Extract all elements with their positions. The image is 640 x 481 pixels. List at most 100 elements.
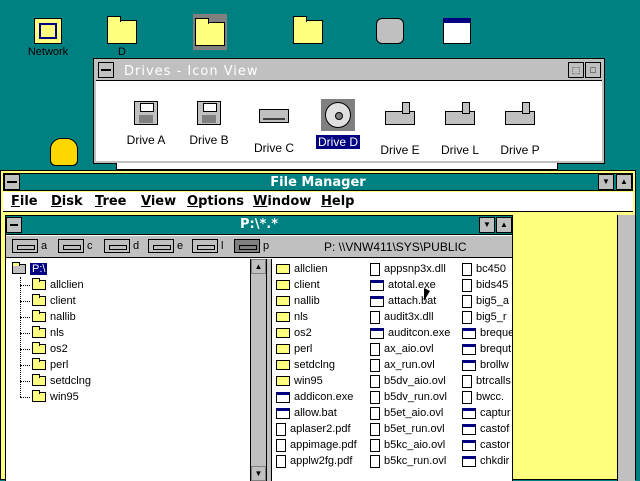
menu-disk[interactable]: Disk — [51, 194, 83, 209]
drive-button-a[interactable]: a — [12, 239, 47, 255]
file-item[interactable]: aplaser2.pdf — [276, 421, 351, 437]
file-item[interactable]: b5dv_run.ovl — [370, 389, 447, 405]
menu-view[interactable]: View — [141, 194, 176, 209]
drive-a[interactable]: Drive A — [116, 99, 176, 147]
tree-folder-perl[interactable]: perl — [32, 357, 68, 373]
file-item[interactable]: b5kc_run.ovl — [370, 453, 446, 469]
drive-button-p[interactable]: p — [234, 239, 269, 255]
desktop-icon-folder-1[interactable]: D — [90, 14, 154, 58]
drive-button-e[interactable]: e — [148, 239, 183, 255]
tree-folder-os2[interactable]: os2 — [32, 341, 68, 357]
directory-tree[interactable]: P:\ allclien client nallib nls os2 perl … — [6, 259, 250, 481]
tree-folder-client[interactable]: client — [32, 293, 76, 309]
tree-folder-nls[interactable]: nls — [32, 325, 64, 341]
document-file-icon — [370, 374, 380, 388]
file-item[interactable]: auditcon.exe — [370, 325, 450, 341]
drive-button-c[interactable]: c — [58, 239, 93, 255]
tree-folder-win95[interactable]: win95 — [32, 389, 79, 405]
tree-root[interactable]: P:\ — [12, 261, 48, 277]
file-item[interactable]: big5_a — [462, 293, 509, 309]
file-manager-scrollbar[interactable] — [617, 215, 635, 481]
scroll-up-arrow-icon[interactable]: ▲ — [251, 259, 266, 274]
file-item[interactable]: brollw — [462, 357, 509, 373]
desktop-icon-folder-3[interactable] — [276, 14, 340, 46]
file-item[interactable]: audit3x.dll — [370, 309, 434, 325]
file-item[interactable]: client — [276, 277, 320, 293]
desktop-icon-network-neighborhood[interactable] — [425, 18, 489, 46]
file-item[interactable]: big5_r — [462, 309, 507, 325]
child-minimize-button[interactable]: ▼ — [479, 217, 495, 233]
maximize-button[interactable]: □ — [585, 62, 601, 78]
drive-l[interactable]: Drive L — [430, 99, 490, 157]
drive-p[interactable]: Drive P — [490, 99, 550, 157]
tree-folder-allclien[interactable]: allclien — [32, 277, 84, 293]
desktop-icon-label: Network — [27, 46, 69, 58]
file-item[interactable]: appimage.pdf — [276, 437, 357, 453]
tree-folder-nallib[interactable]: nallib — [32, 309, 76, 325]
file-item[interactable]: bc450 — [462, 261, 506, 277]
file-item[interactable]: bwcc. — [462, 389, 504, 405]
file-item[interactable]: b5et_run.ovl — [370, 421, 445, 437]
desktop-icon-app[interactable] — [358, 18, 422, 46]
file-item[interactable]: ax_run.ovl — [370, 357, 435, 373]
drive-label: Drive C — [253, 141, 294, 155]
menu-tree[interactable]: Tree — [95, 194, 127, 209]
menu-help[interactable]: Help — [321, 194, 354, 209]
drive-button-d[interactable]: d — [104, 239, 139, 255]
file-item[interactable]: btrcalls — [462, 373, 511, 389]
drive-c[interactable]: Drive C — [244, 99, 304, 155]
file-item[interactable]: nallib — [276, 293, 320, 309]
drive-b[interactable]: Drive B — [179, 99, 239, 147]
file-item[interactable]: castof — [462, 421, 509, 437]
document-file-icon — [370, 438, 380, 452]
file-item[interactable]: addicon.exe — [276, 389, 353, 405]
system-menu-button[interactable] — [98, 62, 114, 78]
floppy-drive-icon — [197, 101, 221, 125]
hard-drive-icon — [259, 109, 289, 123]
file-item[interactable]: appsnp3x.dll — [370, 261, 446, 277]
folder-icon — [276, 376, 290, 387]
background-window-strip — [116, 163, 558, 170]
desktop-icon-folder-2[interactable] — [178, 14, 242, 50]
menu-options[interactable]: Options — [187, 194, 244, 209]
file-item[interactable]: b5et_aio.ovl — [370, 405, 443, 421]
drive-e[interactable]: Drive E — [370, 99, 430, 157]
file-item[interactable]: breque — [462, 325, 512, 341]
menu-window[interactable]: Window — [253, 194, 311, 209]
file-item[interactable]: b5dv_aio.ovl — [370, 373, 446, 389]
file-item[interactable]: chkdir — [462, 453, 509, 469]
menu-file[interactable]: File — [11, 194, 38, 209]
tree-folder-setdclng[interactable]: setdclng — [32, 373, 91, 389]
file-item[interactable]: nls — [276, 309, 308, 325]
tree-scrollbar[interactable]: ▲ ▼ — [250, 259, 266, 481]
file-item[interactable]: win95 — [276, 373, 323, 389]
child-maximize-button[interactable]: ▲ — [496, 217, 512, 233]
file-item[interactable]: allclien — [276, 261, 328, 277]
file-item[interactable]: b5kc_aio.ovl — [370, 437, 445, 453]
drive-d[interactable]: Drive D — [308, 99, 368, 149]
directory-window-titlebar[interactable]: P:\*.* ▼ ▲ — [6, 216, 512, 235]
minimize-button[interactable]: ▼ — [598, 174, 614, 190]
drives-window-titlebar[interactable]: Drives - Icon View ⬚ □ — [96, 61, 602, 81]
file-item[interactable]: captur — [462, 405, 511, 421]
file-item[interactable]: setdclng — [276, 357, 335, 373]
application-icon — [376, 18, 404, 44]
file-item[interactable]: allow.bat — [276, 405, 337, 421]
restore-button[interactable]: ⬚ — [568, 62, 584, 78]
file-item[interactable]: ax_aio.ovl — [370, 341, 434, 357]
file-item[interactable]: bids45 — [462, 277, 508, 293]
folder-icon — [276, 312, 290, 323]
file-list[interactable]: allclien client nallib nls os2 perl setd… — [272, 259, 512, 481]
network-drive-icon — [234, 239, 260, 253]
file-item[interactable]: castor — [462, 437, 510, 453]
desktop-icon-network[interactable]: Network — [16, 18, 80, 58]
document-file-icon — [462, 390, 472, 404]
file-item[interactable]: os2 — [276, 325, 312, 341]
maximize-button[interactable]: ▲ — [616, 174, 632, 190]
file-item[interactable]: applw2fg.pdf — [276, 453, 352, 469]
drive-button-l[interactable]: l — [192, 239, 223, 255]
file-item[interactable]: perl — [276, 341, 312, 357]
scroll-down-arrow-icon[interactable]: ▼ — [251, 466, 266, 481]
file-manager-titlebar[interactable]: File Manager ▼ ▲ — [3, 173, 633, 191]
file-item[interactable]: brequt — [462, 341, 511, 357]
